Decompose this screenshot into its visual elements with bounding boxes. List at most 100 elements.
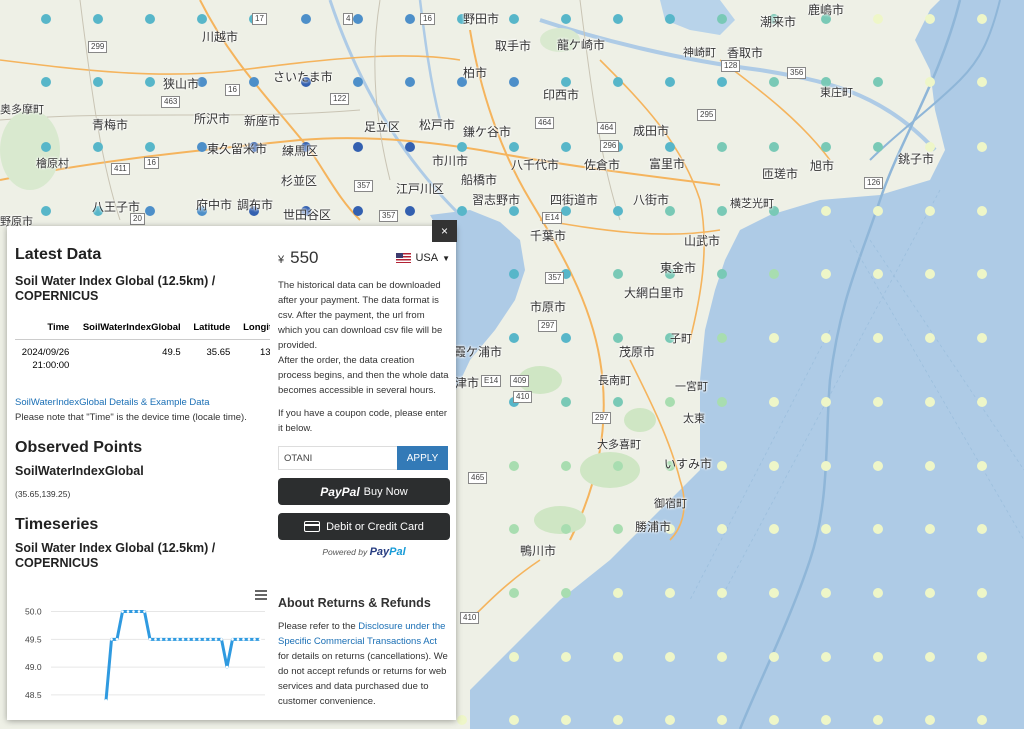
observation-point[interactable]	[561, 652, 571, 662]
observation-point[interactable]	[821, 524, 831, 534]
observation-point[interactable]	[769, 77, 779, 87]
observation-point[interactable]	[509, 524, 519, 534]
observation-point[interactable]	[665, 652, 675, 662]
observation-point[interactable]	[925, 524, 935, 534]
observation-point[interactable]	[925, 269, 935, 279]
observation-point[interactable]	[717, 269, 727, 279]
observation-point[interactable]	[821, 461, 831, 471]
observation-point[interactable]	[561, 142, 571, 152]
observation-point[interactable]	[145, 77, 155, 87]
observation-point[interactable]	[821, 652, 831, 662]
observation-point[interactable]	[977, 461, 987, 471]
observation-point[interactable]	[769, 588, 779, 598]
observation-point[interactable]	[821, 269, 831, 279]
observation-point[interactable]	[821, 142, 831, 152]
observation-point[interactable]	[353, 77, 363, 87]
observation-point[interactable]	[509, 588, 519, 598]
observation-point[interactable]	[405, 77, 415, 87]
observation-point[interactable]	[977, 715, 987, 725]
observation-point[interactable]	[873, 142, 883, 152]
observation-point[interactable]	[41, 77, 51, 87]
observation-point[interactable]	[613, 397, 623, 407]
observation-point[interactable]	[769, 524, 779, 534]
observation-point[interactable]	[561, 715, 571, 725]
observation-point[interactable]	[769, 715, 779, 725]
observation-point[interactable]	[977, 652, 987, 662]
observation-point[interactable]	[717, 461, 727, 471]
observation-point[interactable]	[613, 588, 623, 598]
observation-point[interactable]	[353, 206, 363, 216]
observation-point[interactable]	[665, 142, 675, 152]
observation-point[interactable]	[977, 588, 987, 598]
observation-point[interactable]	[769, 461, 779, 471]
observation-point[interactable]	[925, 77, 935, 87]
observation-point[interactable]	[925, 397, 935, 407]
paypal-buy-now-button[interactable]: PayPal Buy Now	[278, 478, 450, 505]
observation-point[interactable]	[873, 206, 883, 216]
observation-point[interactable]	[873, 524, 883, 534]
observation-point[interactable]	[873, 77, 883, 87]
observation-point[interactable]	[873, 397, 883, 407]
observation-point[interactable]	[769, 269, 779, 279]
observation-point[interactable]	[613, 524, 623, 534]
observation-point[interactable]	[717, 206, 727, 216]
observation-point[interactable]	[613, 715, 623, 725]
observation-point[interactable]	[717, 14, 727, 24]
observation-point[interactable]	[665, 397, 675, 407]
observation-point[interactable]	[977, 333, 987, 343]
observation-point[interactable]	[41, 14, 51, 24]
observation-point[interactable]	[873, 14, 883, 24]
observation-point[interactable]	[925, 14, 935, 24]
observation-point[interactable]	[93, 14, 103, 24]
observation-point[interactable]	[561, 333, 571, 343]
observation-point[interactable]	[977, 206, 987, 216]
observation-point[interactable]	[509, 461, 519, 471]
observation-point[interactable]	[561, 397, 571, 407]
observation-point[interactable]	[509, 77, 519, 87]
observation-point[interactable]	[717, 142, 727, 152]
observation-point[interactable]	[665, 14, 675, 24]
observation-point[interactable]	[873, 461, 883, 471]
observation-point[interactable]	[717, 333, 727, 343]
observation-point[interactable]	[613, 206, 623, 216]
observation-point[interactable]	[613, 14, 623, 24]
observation-point[interactable]	[977, 14, 987, 24]
apply-coupon-button[interactable]: APPLY	[397, 446, 448, 470]
observation-point[interactable]	[561, 461, 571, 471]
observation-point[interactable]	[977, 524, 987, 534]
observation-point[interactable]	[457, 206, 467, 216]
observation-point[interactable]	[925, 715, 935, 725]
observation-point[interactable]	[925, 206, 935, 216]
country-select[interactable]: USA ▼	[396, 252, 450, 264]
observation-point[interactable]	[561, 14, 571, 24]
observation-point[interactable]	[717, 397, 727, 407]
observation-point[interactable]	[353, 14, 363, 24]
observation-point[interactable]	[821, 715, 831, 725]
observation-point[interactable]	[405, 206, 415, 216]
observation-point[interactable]	[769, 397, 779, 407]
observation-point[interactable]	[717, 77, 727, 87]
observation-point[interactable]	[613, 333, 623, 343]
observation-point[interactable]	[821, 588, 831, 598]
observation-point[interactable]	[925, 333, 935, 343]
observation-point[interactable]	[665, 588, 675, 598]
observation-point[interactable]	[509, 269, 519, 279]
card-payment-button[interactable]: Debit or Credit Card	[278, 513, 450, 540]
observation-point[interactable]	[93, 77, 103, 87]
observation-point[interactable]	[561, 524, 571, 534]
observation-point[interactable]	[821, 206, 831, 216]
observation-point[interactable]	[145, 142, 155, 152]
observation-point[interactable]	[561, 588, 571, 598]
details-link[interactable]: SoilWaterIndexGlobal Details & Example D…	[15, 397, 210, 408]
observation-point[interactable]	[405, 14, 415, 24]
observation-point[interactable]	[665, 77, 675, 87]
observation-point[interactable]	[613, 269, 623, 279]
observation-point[interactable]	[821, 397, 831, 407]
observation-point[interactable]	[977, 142, 987, 152]
observation-point[interactable]	[925, 461, 935, 471]
observation-point[interactable]	[717, 715, 727, 725]
observation-point[interactable]	[613, 652, 623, 662]
observation-point[interactable]	[197, 142, 207, 152]
observation-point[interactable]	[405, 142, 415, 152]
observation-point[interactable]	[145, 14, 155, 24]
